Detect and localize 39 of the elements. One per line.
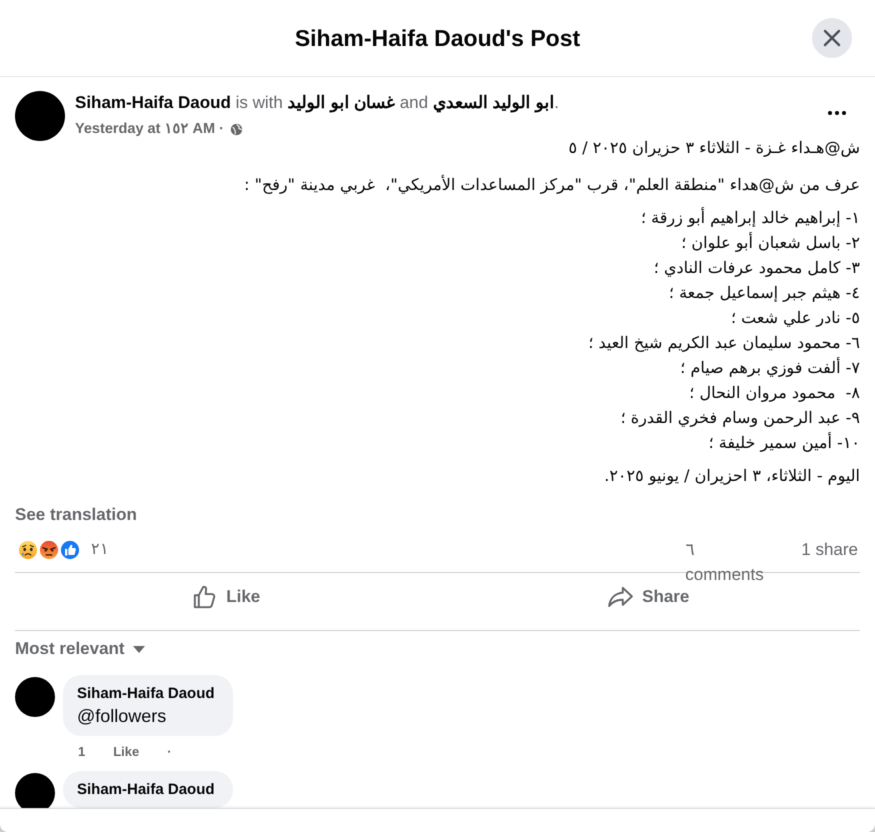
close-button[interactable]	[812, 18, 852, 58]
post-intro: عرف من ش@هداء "منطقة العلم"، قرب "مركز المساعدات الأمريكي"، غربي مدينة "رفح" :	[243, 174, 860, 196]
list-line: ١٠- أمين سمير خليفة ؛	[708, 431, 860, 454]
dialog-title: Siham-Haifa Daoud's Post	[294, 24, 580, 52]
sort-button[interactable]: Most relevant	[15, 639, 145, 659]
sad-face-icon	[17, 539, 39, 561]
caret-icon	[132, 646, 145, 652]
comment-author[interactable]: Siham-Haifa Daoud	[77, 685, 215, 703]
share-arrow-icon	[608, 584, 634, 610]
post-headline: ش@هـداء غـزة - الثلاثاء ٣ حزيران ٢٠٢٥ / ٥	[568, 137, 860, 159]
like-button[interactable]: Like	[15, 577, 438, 617]
thumb-up-icon	[192, 584, 218, 610]
like-reaction-icon	[59, 539, 81, 561]
list-line: ٥- نادر علي شعت ؛	[730, 307, 860, 329]
avatar	[15, 677, 55, 717]
comment-time: 1	[78, 744, 86, 760]
angry-face-icon	[38, 539, 60, 561]
see-translation-link[interactable]: See translation	[15, 505, 137, 524]
reaction-count[interactable]: ٢١	[91, 537, 109, 562]
comment-text: @followers	[77, 705, 168, 727]
list-line: ٣- كامل محمود عرفات النادي ؛	[652, 257, 860, 279]
comment-count[interactable]: ٦ comments	[685, 537, 766, 587]
avatar	[15, 91, 65, 141]
list-line: ١- إبراهيم خالد إبراهيم أبو زرقة ؛	[640, 206, 860, 229]
list-line: ٦- محمود سليمان عبد الكريم شيخ العيد ؛	[587, 332, 860, 354]
list-line: ٧- ألفت فوزي برهم صيام ؛	[679, 356, 860, 379]
more-icon	[828, 111, 846, 115]
post-closing-line: اليوم - الثلاثاء، ٣ احزيران / يونيو ٢٠٢٥.	[603, 465, 860, 487]
list-line: ٤- هيثم جبر إسماعيل جمعة ؛	[668, 282, 860, 304]
separator-dot: ·	[167, 744, 172, 760]
close-icon	[823, 29, 841, 47]
comment-like-link[interactable]: Like	[113, 744, 140, 760]
list-line: ٩- عبد الرحمن وسام فخري القدرة ؛	[620, 407, 860, 429]
globe-icon	[230, 122, 243, 136]
share-count[interactable]: 1 share	[801, 537, 858, 562]
comment-author[interactable]: Siham-Haifa Daoud	[77, 781, 215, 799]
post-timestamp[interactable]: Yesterday at ١٥٢ AM ·	[75, 120, 224, 138]
list-line: ٢- باسل شعبان أبو علوان ؛	[680, 231, 860, 254]
list-line: ٨- محمود مروان النحال ؛	[688, 382, 860, 404]
